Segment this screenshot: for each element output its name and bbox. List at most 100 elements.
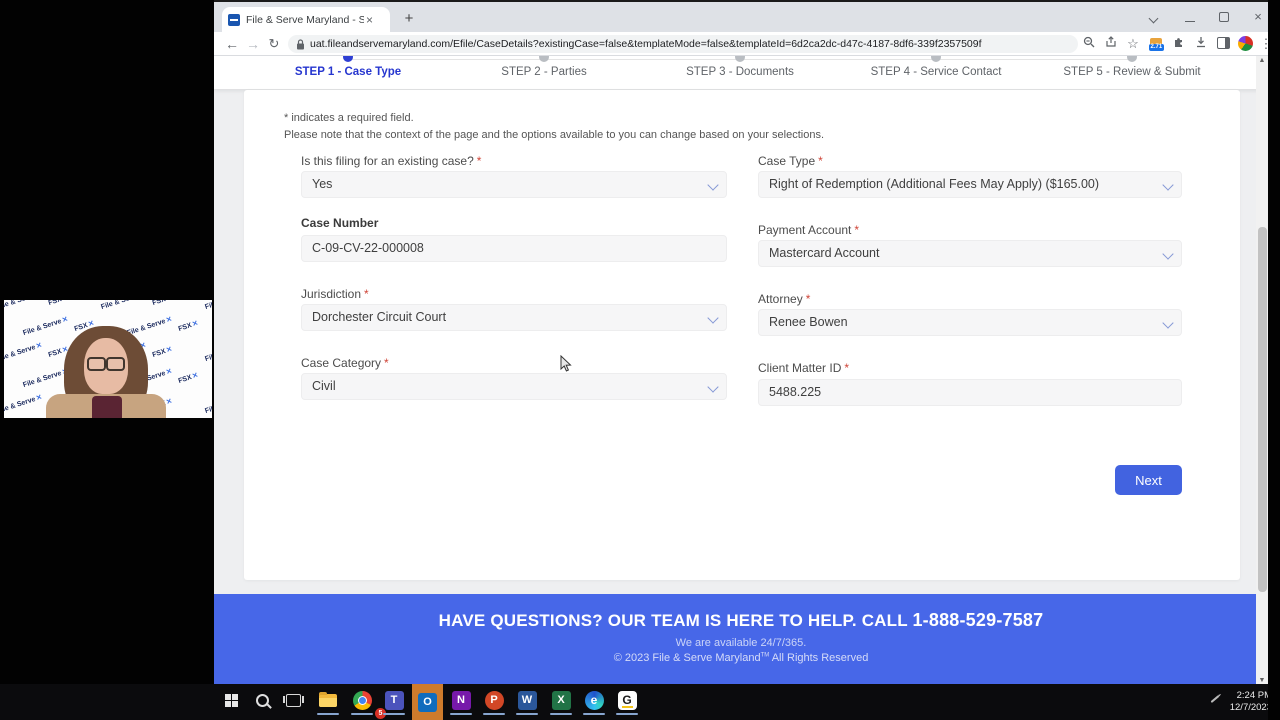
word-icon: W	[517, 690, 537, 710]
tab-strip: File & Serve Maryland - Submit × + ×	[214, 2, 1268, 32]
client-matter-id-input[interactable]: 5488.225	[758, 379, 1182, 406]
task-view-icon	[282, 693, 304, 707]
tab-search-chevron-icon[interactable]	[1139, 9, 1167, 25]
footer-help-line: HAVE QUESTIONS? OUR TEAM IS HERE TO HELP…	[438, 610, 1044, 630]
case-details-card: * indicates a required field. Please not…	[244, 90, 1240, 580]
attorney-select[interactable]: Renee Bowen	[758, 309, 1182, 336]
scrollbar-thumb[interactable]	[1257, 227, 1267, 592]
footer-phone-number: 1-888-529-7587	[912, 610, 1044, 630]
tray-time: 2:24 PM	[1236, 690, 1272, 701]
outlook-icon: O	[418, 692, 437, 712]
step-2-dot	[539, 56, 549, 62]
zoom-icon[interactable]	[1080, 35, 1098, 53]
window-maximize-button[interactable]	[1210, 9, 1238, 25]
payment-account-select[interactable]: Mastercard Account	[758, 240, 1182, 267]
browser-tab[interactable]: File & Serve Maryland - Submit ×	[222, 7, 390, 32]
lock-icon	[297, 38, 304, 49]
payment-account-label: Payment Account *	[758, 223, 860, 237]
help-footer: HAVE QUESTIONS? OUR TEAM IS HERE TO HELP…	[214, 594, 1268, 686]
browser-toolbar: ← → ↻ uat.fileandservemaryland.com/Efile…	[214, 32, 1273, 56]
goto-app-button[interactable]: G	[612, 684, 642, 716]
bookmark-star-icon[interactable]: ☆	[1124, 35, 1142, 53]
chevron-down-icon	[1162, 248, 1174, 260]
window-minimize-button[interactable]	[1176, 9, 1204, 25]
chrome-icon	[352, 690, 372, 710]
tray-date: 12/7/2023	[1229, 702, 1272, 713]
folder-icon	[319, 691, 337, 707]
chevron-down-icon	[1162, 317, 1174, 329]
back-icon[interactable]: ←	[222, 34, 242, 54]
jurisdiction-label: Jurisdiction *	[301, 287, 369, 301]
reload-icon[interactable]: ↻	[264, 34, 284, 54]
share-icon[interactable]	[1102, 35, 1120, 53]
url-text: uat.fileandservemaryland.com/Efile/CaseD…	[310, 38, 982, 50]
chrome-button[interactable]	[347, 684, 377, 716]
attorney-label: Attorney *	[758, 292, 811, 306]
case-type-select[interactable]: Right of Redemption (Additional Fees May…	[758, 171, 1182, 198]
case-number-label: Case Number	[301, 216, 379, 230]
edge-icon: e	[584, 690, 604, 710]
new-tab-button[interactable]: +	[400, 10, 418, 28]
existing-case-select[interactable]: Yes	[301, 171, 727, 198]
page-scrollbar[interactable]: ▲ ▼	[1256, 56, 1268, 686]
tray-clock[interactable]: 2:24 PM 12/7/2023	[1230, 690, 1272, 714]
right-black-strip	[1268, 0, 1280, 720]
case-category-select[interactable]: Civil	[301, 373, 727, 400]
download-icon[interactable]	[1192, 35, 1210, 53]
browser-window: File & Serve Maryland - Submit × + × ← →…	[214, 0, 1273, 686]
start-button[interactable]	[216, 684, 246, 716]
existing-case-label: Is this filing for an existing case? *	[301, 154, 482, 168]
step-5-dot	[1127, 56, 1137, 62]
edge-button[interactable]: e	[579, 684, 609, 716]
chevron-down-icon	[707, 179, 719, 191]
pen-icon	[1210, 695, 1220, 703]
case-category-label: Case Category *	[301, 356, 389, 370]
address-bar[interactable]: uat.fileandservemaryland.com/Efile/CaseD…	[288, 35, 1078, 53]
search-icon	[255, 693, 269, 707]
next-button[interactable]: Next	[1115, 465, 1182, 495]
footer-copyright: © 2023 File & Serve MarylandTM All Right…	[613, 652, 869, 664]
profile-avatar[interactable]	[1236, 35, 1254, 53]
presenter-glasses	[87, 357, 125, 371]
outlook-button-active[interactable]: O	[412, 684, 443, 720]
onenote-icon: N	[451, 690, 471, 710]
forward-icon[interactable]: →	[243, 34, 263, 54]
presenter-shirt	[92, 396, 122, 418]
webcam-presenter	[4, 300, 212, 418]
chevron-down-icon	[1162, 179, 1174, 191]
excel-button[interactable]: X	[546, 684, 576, 716]
left-black-strip: File & ServeFSXFile & ServeFSXFile & Ser…	[0, 0, 214, 720]
screen: File & ServeFSXFile & ServeFSXFile & Ser…	[0, 0, 1280, 720]
shopping-extension-icon[interactable]: 2.71	[1146, 35, 1166, 53]
side-panel-icon[interactable]	[1214, 35, 1232, 53]
jurisdiction-select[interactable]: Dorchester Circuit Court	[301, 304, 727, 331]
word-button[interactable]: W	[512, 684, 542, 716]
step-3-dot	[735, 56, 745, 62]
case-type-label: Case Type *	[758, 154, 823, 168]
step-4-dot	[931, 56, 941, 62]
chevron-down-icon	[707, 312, 719, 324]
step-navigation: STEP 1 - Case Type STEP 2 - Parties STEP…	[214, 56, 1268, 89]
client-matter-id-label: Client Matter ID *	[758, 361, 850, 375]
context-note: Please note that the context of the page…	[284, 129, 824, 141]
teams-icon: T	[384, 690, 404, 710]
onenote-button[interactable]: N	[446, 684, 476, 716]
powerpoint-button[interactable]: P	[479, 684, 509, 716]
extensions-puzzle-icon[interactable]	[1170, 35, 1188, 53]
teams-button[interactable]: T 5	[375, 684, 409, 719]
chevron-down-icon	[707, 381, 719, 393]
goto-app-icon: G	[617, 690, 637, 710]
extension-badge: 2.71	[1149, 44, 1164, 51]
required-field-note: * indicates a required field.	[284, 112, 414, 124]
footer-availability: We are available 24/7/365.	[675, 637, 807, 649]
task-view-button[interactable]	[278, 684, 308, 716]
tab-close-icon[interactable]: ×	[366, 14, 373, 26]
windows-taskbar: T 5 O N P W X e G 2:24 PM 12/7/2023	[0, 684, 1280, 720]
excel-icon: X	[551, 690, 571, 710]
tab-favicon-icon	[228, 13, 240, 26]
case-number-input[interactable]: C-09-CV-22-000008	[301, 235, 727, 262]
taskbar-search-button[interactable]	[247, 684, 277, 716]
file-explorer-button[interactable]	[313, 684, 343, 716]
tab-title: File & Serve Maryland - Submit	[246, 13, 364, 26]
scrollbar-up-arrow-icon[interactable]: ▲	[1256, 56, 1268, 66]
